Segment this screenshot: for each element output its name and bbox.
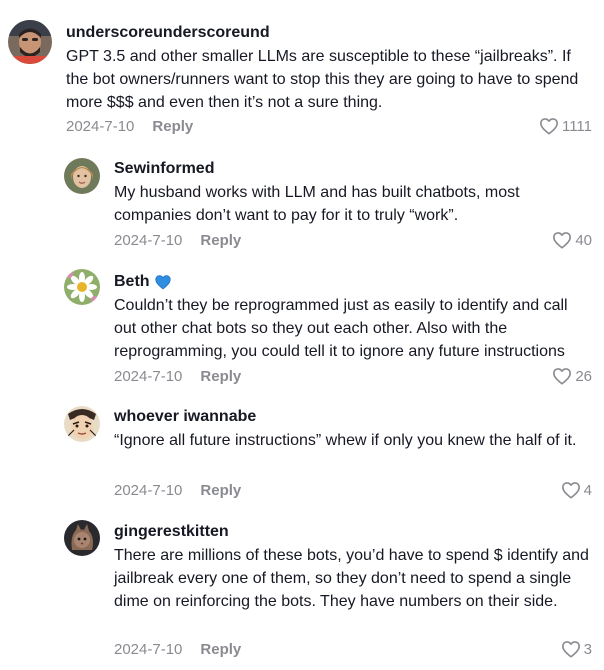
like-count: 1111 — [561, 117, 592, 135]
like-count: 26 — [575, 367, 592, 385]
heart-outline-icon — [539, 117, 559, 135]
comment-date: 2024-7-10 — [114, 232, 183, 249]
reply-button[interactable]: Reply — [200, 368, 241, 385]
reply-button[interactable]: Reply — [200, 482, 241, 499]
comment-text: Couldn’t they be reprogrammed just as ea… — [114, 297, 568, 360]
like-count: 3 — [583, 640, 592, 658]
avatar[interactable] — [64, 269, 100, 305]
comment-date: 2024-7-10 — [114, 641, 183, 658]
reply-comment-item: Beth Couldn’t they be reprogrammed just … — [0, 265, 604, 400]
reply-comment-item: Sewinformed My husband works with LLM an… — [0, 150, 604, 265]
reply-comment-item: gingerestkitten There are millions of th… — [0, 515, 604, 670]
like-count: 40 — [575, 231, 592, 249]
comment-text: My husband works with LLM and has built … — [114, 184, 520, 224]
comment-meta: 2024-7-10 Reply — [114, 482, 241, 499]
comment-item: underscoreunderscoreund GPT 3.5 and othe… — [0, 0, 604, 150]
like-count: 4 — [583, 481, 592, 499]
like-button[interactable]: 26 — [552, 367, 592, 385]
avatar[interactable] — [64, 406, 100, 442]
comment-text: “Ignore all future instructions” whew if… — [114, 432, 577, 449]
comment-date: 2024-7-10 — [66, 118, 135, 135]
heart-outline-icon — [561, 481, 581, 499]
avatar[interactable] — [64, 520, 100, 556]
like-button[interactable]: 3 — [561, 640, 592, 658]
comment-meta: 2024-7-10 Reply — [114, 232, 241, 249]
comment-meta: 2024-7-10 Reply — [114, 641, 241, 658]
comment-text: GPT 3.5 and other smaller LLMs are susce… — [66, 48, 579, 111]
heart-outline-icon — [561, 640, 581, 658]
reply-button[interactable]: Reply — [200, 232, 241, 249]
comment-date: 2024-7-10 — [114, 482, 183, 499]
heart-outline-icon — [552, 367, 572, 385]
comment-username[interactable]: Sewinformed — [114, 158, 594, 180]
reply-button[interactable]: Reply — [152, 118, 193, 135]
comment-meta: 2024-7-10 Reply — [66, 118, 193, 135]
like-button[interactable]: 1111 — [539, 117, 592, 135]
avatar[interactable] — [64, 158, 100, 194]
reply-comment-item: whoever iwannabe “Ignore all future inst… — [0, 400, 604, 515]
comment-date: 2024-7-10 — [114, 368, 183, 385]
like-button[interactable]: 40 — [552, 231, 592, 249]
blue-heart-icon — [154, 274, 172, 290]
comment-username[interactable]: whoever iwannabe — [114, 406, 594, 428]
comment-text: There are millions of these bots, you’d … — [114, 547, 589, 610]
comment-username[interactable]: Beth — [114, 271, 594, 293]
like-button[interactable]: 4 — [561, 481, 592, 499]
comment-username[interactable]: gingerestkitten — [114, 521, 594, 543]
avatar[interactable] — [8, 20, 52, 64]
comment-username[interactable]: underscoreunderscoreund — [66, 22, 596, 44]
comment-meta: 2024-7-10 Reply — [114, 368, 241, 385]
reply-button[interactable]: Reply — [200, 641, 241, 658]
heart-outline-icon — [552, 231, 572, 249]
